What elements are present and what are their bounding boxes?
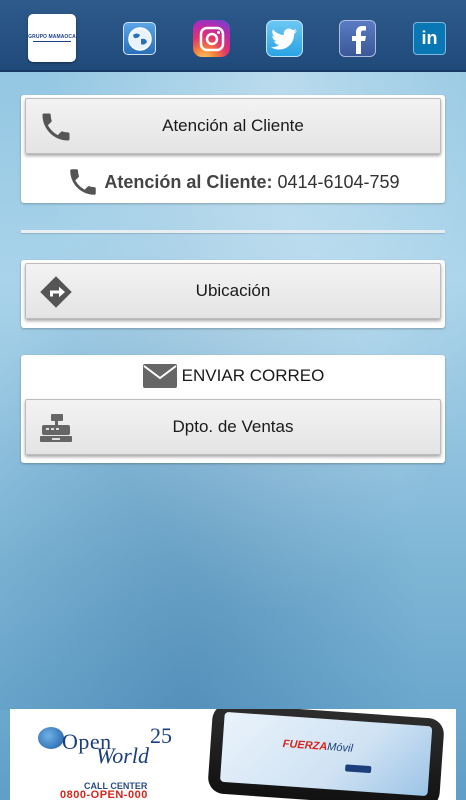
directions-icon [40, 276, 72, 308]
globe-icon [127, 26, 152, 51]
send-email-header: ENVIAR CORREO [21, 355, 445, 397]
location-card: Ubicación [21, 260, 445, 328]
sales-department-button[interactable]: Dpto. de Ventas [25, 399, 441, 455]
linkedin-icon: in [421, 28, 438, 48]
customer-service-phone: 0414-6104-759 [277, 171, 400, 192]
phone-icon [42, 113, 70, 141]
location-button[interactable]: Ubicación [25, 263, 441, 319]
phone-screen: FUERZAMóvil [219, 711, 433, 797]
cash-register-icon [40, 414, 72, 442]
twitter-button[interactable] [266, 20, 303, 57]
logo-underline [33, 41, 71, 42]
customer-service-button[interactable]: Atención al Cliente [25, 98, 441, 154]
mail-icon [142, 364, 177, 388]
banner-brand-world: World [96, 743, 149, 768]
send-email-label: ENVIAR CORREO [181, 366, 325, 385]
email-card: ENVIAR CORREO Dpto. de Ventas [21, 355, 445, 463]
customer-service-card: Atención al Cliente Atención al Cliente:… [21, 95, 445, 203]
company-logo[interactable]: GRUPO MAMAOCA [28, 14, 76, 62]
customer-service-label: Atención al Cliente [162, 116, 304, 135]
top-bar: GRUPO MAMAOCA in [0, 0, 466, 72]
banner-call-center-phone: 0800-OPEN-000 [60, 789, 148, 800]
product-name-blue: Móvil [326, 741, 354, 755]
instagram-button[interactable] [193, 20, 230, 57]
product-name: FUERZAMóvil [282, 738, 353, 755]
web-button[interactable] [123, 22, 156, 55]
banner-anniversary: 25 [150, 723, 172, 748]
product-name-red: FUERZA [282, 737, 328, 754]
twitter-icon [270, 28, 297, 49]
sales-department-label: Dpto. de Ventas [172, 417, 294, 436]
product-button [344, 764, 372, 774]
phone-image: FUERZAMóvil [207, 709, 445, 800]
globe-logo-icon [38, 727, 64, 749]
location-label: Ubicación [195, 281, 271, 300]
logo-text: GRUPO MAMAOCA [28, 34, 76, 40]
section-divider [21, 230, 445, 233]
advertisement-banner[interactable]: Open 25 World CALL CENTER 0800-OPEN-000 … [10, 709, 456, 800]
linkedin-button[interactable]: in [413, 22, 446, 55]
facebook-button[interactable] [339, 20, 376, 57]
facebook-icon [351, 25, 366, 54]
phone-icon [70, 169, 97, 195]
customer-service-info[interactable]: Atención al Cliente: 0414-6104-759 [21, 157, 445, 207]
customer-service-info-label: Atención al Cliente: [104, 171, 273, 192]
instagram-icon [199, 26, 224, 51]
